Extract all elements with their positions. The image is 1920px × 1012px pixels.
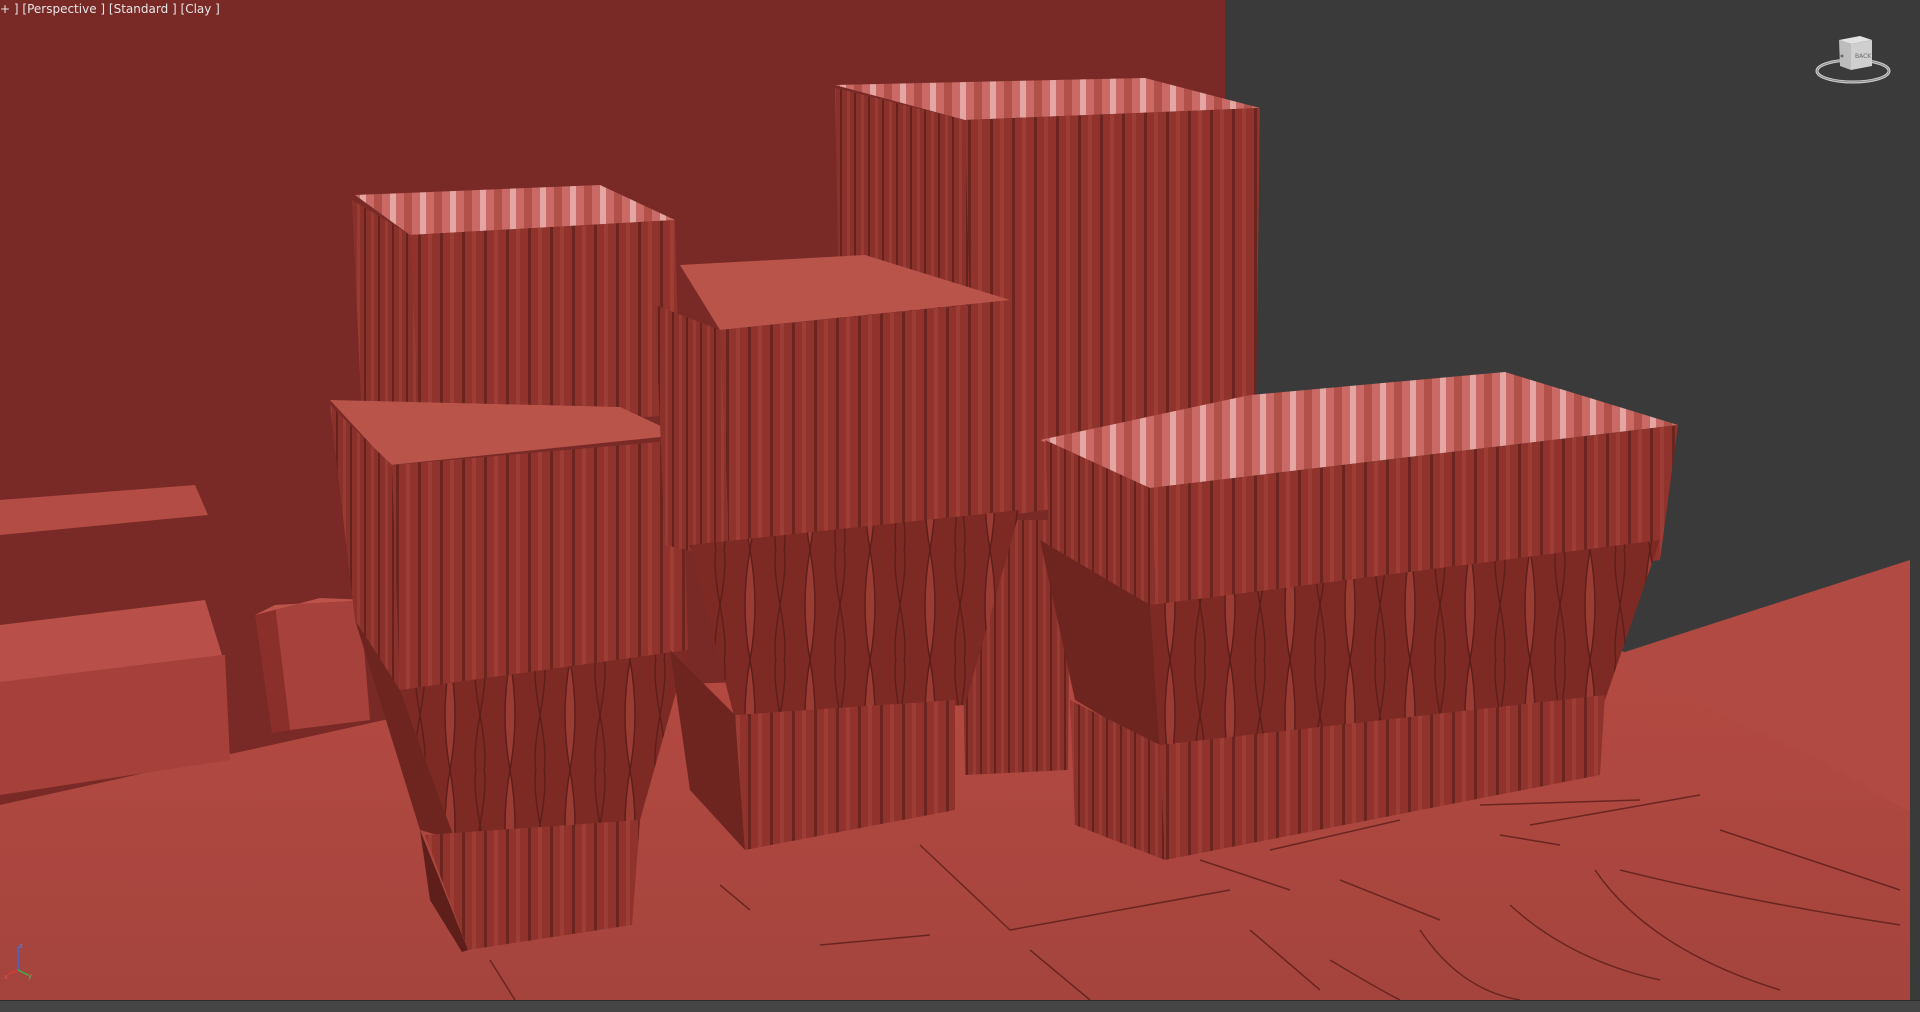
tower3-left <box>655 305 730 560</box>
axis-tripod: z y x <box>4 942 32 980</box>
viewcube-face-label: BACK <box>1855 53 1872 60</box>
scene-render[interactable] <box>0 0 1920 1000</box>
tower1-front <box>410 220 680 430</box>
viewport-label: + ] [Perspective ] [Standard ] [Clay ] <box>0 2 220 16</box>
viewport-menu-plus[interactable]: + ] <box>0 2 19 16</box>
tower2-front-upper <box>392 440 688 690</box>
perspective-viewport[interactable]: + ] [Perspective ] [Standard ] [Clay ] B… <box>0 0 1920 1000</box>
viewcube-home-dot <box>1840 54 1844 58</box>
viewport-bottom-border <box>0 1000 1920 1012</box>
viewcube[interactable]: BACK <box>1812 26 1894 88</box>
axis-y-label: y <box>28 972 32 980</box>
viewport-style-menu[interactable]: [Clay ] <box>181 2 220 16</box>
viewport-shading-menu[interactable]: [Standard ] <box>109 2 177 16</box>
viewcube-left <box>1839 40 1851 70</box>
viewport-view-menu[interactable]: [Perspective ] <box>22 2 105 16</box>
axis-z-label: z <box>19 942 23 950</box>
axis-x-label: x <box>4 973 8 980</box>
